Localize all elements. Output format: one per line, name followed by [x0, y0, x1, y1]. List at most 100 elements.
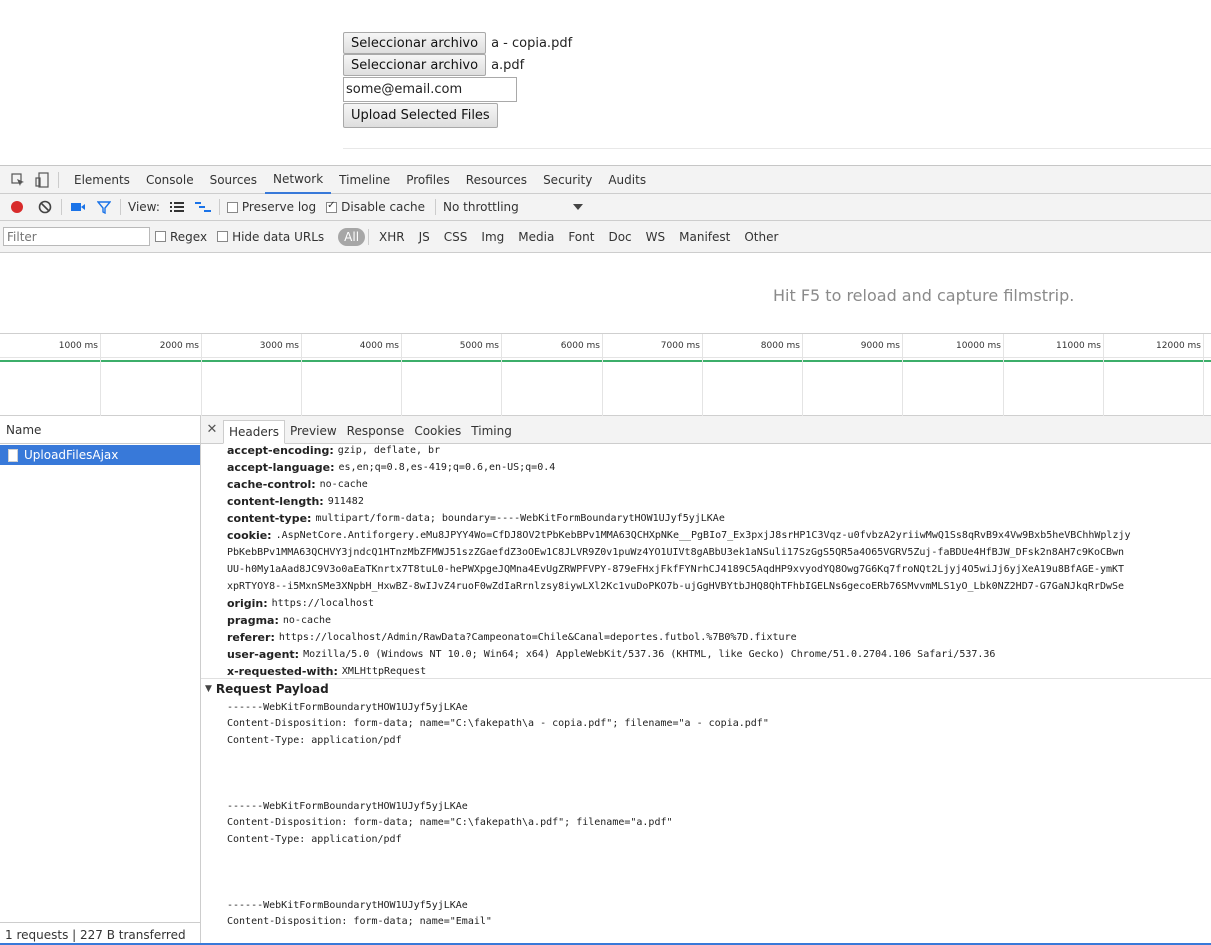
clear-icon[interactable]: [36, 198, 54, 216]
regex-checkbox[interactable]: Regex: [155, 230, 207, 244]
timeline-tick-label: 3000 ms: [259, 341, 299, 351]
web-page: Seleccionar archivo a - copia.pdf Selecc…: [0, 0, 1211, 165]
tab-timeline[interactable]: Timeline: [331, 166, 398, 194]
preserve-log-checkbox[interactable]: Preserve log: [226, 200, 317, 214]
page-divider: [343, 148, 1211, 149]
tab-timing[interactable]: Timing: [466, 419, 517, 443]
filter-icon[interactable]: [95, 198, 113, 216]
header-value: https://localhost: [271, 598, 374, 609]
payload-line: [227, 765, 1211, 782]
filter-input[interactable]: [3, 227, 150, 246]
timeline-gridline: [1203, 334, 1204, 416]
file-input-row-1: Seleccionar archivo a - copia.pdf: [343, 32, 572, 54]
devtools-panel: Elements Console Sources Network Timelin…: [0, 165, 1211, 945]
timeline-gridline: [501, 334, 502, 416]
timeline-tick-label: 2000 ms: [159, 341, 199, 351]
payload-line: Content-Type: application/pdf: [227, 734, 402, 746]
filter-type-css[interactable]: CSS: [437, 230, 475, 244]
filter-type-all[interactable]: All: [338, 227, 366, 246]
close-icon[interactable]: ✕: [201, 416, 223, 443]
tab-sources[interactable]: Sources: [202, 166, 265, 194]
network-status-bar: 1 requests | 227 B transferred: [0, 922, 200, 945]
cookie-continuation: xpRTYOY8--i5MxnSMe3XNpbH_HxwBZ-8wIJvZ4ru…: [227, 578, 1211, 595]
payload-line: [227, 864, 1211, 881]
tabbar-separator: [58, 171, 59, 188]
select-file-button-2[interactable]: Seleccionar archivo: [343, 54, 487, 76]
checkbox-box[interactable]: [226, 201, 238, 213]
hide-data-urls-checkbox[interactable]: Hide data URLs: [217, 230, 324, 244]
header-value: no-cache: [319, 479, 368, 490]
header-row: origin: https://localhost: [227, 595, 1211, 612]
payload-line: [227, 782, 1211, 799]
device-mode-icon[interactable]: [33, 171, 51, 189]
header-key: user-agent:: [227, 648, 300, 661]
tab-audits[interactable]: Audits: [600, 166, 654, 194]
cookie-continuation: UU-h0My1aAad8JC9V3o0aEaTKnrtx7T8tuL0-heP…: [227, 561, 1211, 578]
timeline-overview[interactable]: 1000 ms 2000 ms 3000 ms 4000 ms 5000 ms 6000 …: [0, 333, 1211, 416]
tab-resources[interactable]: Resources: [458, 166, 535, 194]
checkbox-box[interactable]: [155, 231, 166, 242]
filter-type-js[interactable]: JS: [412, 230, 437, 244]
tab-cookies[interactable]: Cookies: [409, 419, 466, 443]
filter-type-font[interactable]: Font: [561, 230, 601, 244]
email-input[interactable]: [343, 77, 517, 102]
header-key: origin:: [227, 597, 268, 610]
request-payload-toggle[interactable]: ▼ Request Payload: [205, 682, 329, 696]
timeline-tick-label: 12000 ms: [1156, 341, 1201, 351]
filter-type-manifest[interactable]: Manifest: [672, 230, 737, 244]
large-rows-icon[interactable]: [168, 198, 186, 216]
select-file-button-1[interactable]: Seleccionar archivo: [343, 32, 487, 54]
tab-preview[interactable]: Preview: [285, 419, 342, 443]
timeline-tick-label: 8000 ms: [760, 341, 800, 351]
overview-waterfall-icon[interactable]: [194, 198, 212, 216]
payload-line: ------WebKitFormBoundarytHOW1UJyf5yjLKAe: [227, 800, 468, 812]
tab-response[interactable]: Response: [342, 419, 410, 443]
filmstrip-message: Hit F5 to reload and capture filmstrip.: [773, 286, 1075, 305]
tab-network[interactable]: Network: [265, 166, 332, 194]
filter-bar: Regex Hide data URLs All XHR JS CSS Img …: [0, 221, 1211, 253]
request-details: ✕ Headers Preview Response Cookies Timin…: [201, 416, 1211, 945]
checkbox-box[interactable]: [217, 231, 229, 242]
toolbar-separator: [435, 199, 436, 215]
timeline-gridline: [100, 334, 101, 416]
timeline-gridline: [301, 334, 302, 416]
payload-line: [227, 848, 1211, 865]
checkbox-box[interactable]: [326, 200, 338, 213]
upload-selected-files-button[interactable]: Upload Selected Files: [343, 103, 498, 128]
filter-type-media[interactable]: Media: [511, 230, 561, 244]
header-row: pragma: no-cache: [227, 612, 1211, 629]
timeline-tick-label: 11000 ms: [1056, 341, 1101, 351]
tab-headers[interactable]: Headers: [223, 420, 285, 444]
tab-security[interactable]: Security: [535, 166, 600, 194]
request-row[interactable]: UploadFilesAjax: [0, 445, 200, 465]
tab-profiles[interactable]: Profiles: [398, 166, 458, 194]
header-value: UU-h0My1aAad8JC9V3o0aEaTKnrtx7T8tuL0-heP…: [227, 564, 1125, 575]
name-column-header[interactable]: Name: [0, 416, 200, 444]
disable-cache-checkbox[interactable]: Disable cache: [326, 200, 425, 214]
filter-type-img[interactable]: Img: [474, 230, 511, 244]
throttling-select[interactable]: No throttling: [443, 200, 569, 214]
tab-elements[interactable]: Elements: [66, 166, 138, 194]
header-value: es,en;q=0.8,es-419;q=0.6,en-US;q=0.4: [338, 462, 556, 473]
inspect-element-icon[interactable]: [9, 171, 27, 189]
filter-type-other[interactable]: Other: [737, 230, 785, 244]
filter-type-xhr[interactable]: XHR: [372, 230, 412, 244]
capture-screenshots-icon[interactable]: [69, 198, 87, 216]
toolbar-separator: [218, 199, 220, 215]
header-value: Mozilla/5.0 (Windows NT 10.0; Win64; x64…: [303, 649, 996, 660]
header-row: cache-control: no-cache: [227, 476, 1211, 493]
document-icon: [8, 448, 18, 462]
record-icon[interactable]: [8, 198, 26, 216]
preserve-log-label: Preserve log: [241, 200, 317, 214]
selected-file-name-1: a - copia.pdf: [491, 35, 573, 51]
tab-console[interactable]: Console: [138, 166, 202, 194]
payload-line: [227, 749, 1211, 766]
header-value: multipart/form-data; boundary=----WebKit…: [315, 513, 725, 524]
filter-type-ws[interactable]: WS: [639, 230, 672, 244]
chevron-down-icon[interactable]: [569, 198, 587, 216]
filter-type-doc[interactable]: Doc: [601, 230, 638, 244]
payload-line: ------WebKitFormBoundarytHOW1UJyf5yjLKAe: [227, 899, 468, 911]
header-value: 911482: [327, 496, 364, 507]
timeline-tick-label: 9000 ms: [860, 341, 900, 351]
payload-line: Content-Disposition: form-data; name="C:…: [227, 718, 769, 730]
